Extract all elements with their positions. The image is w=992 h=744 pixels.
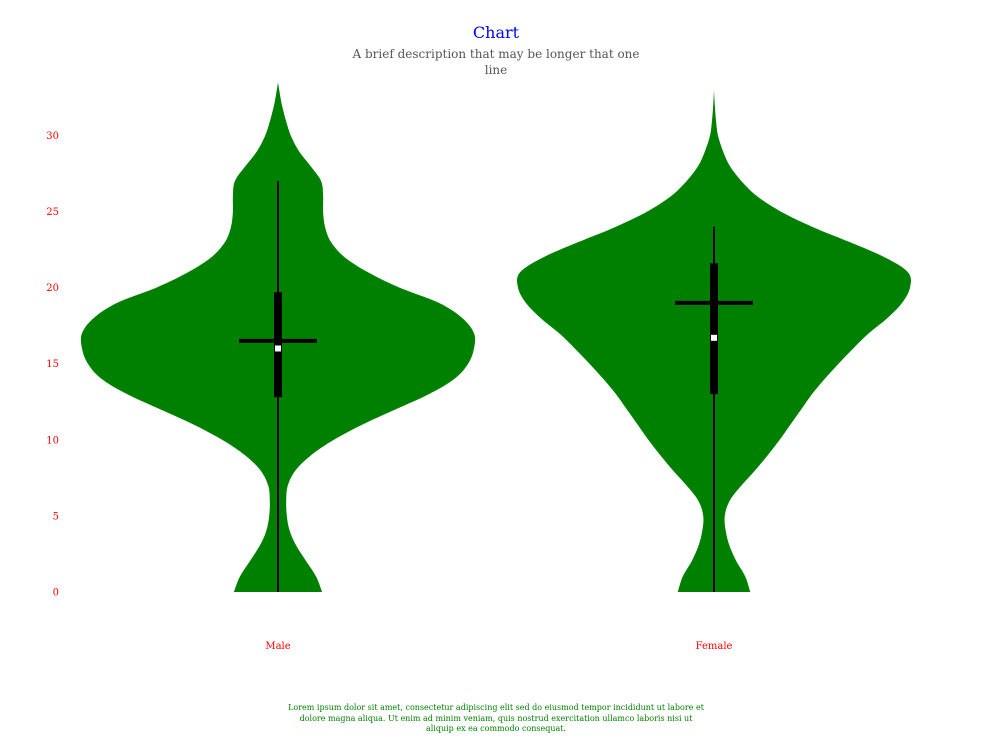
median-marker	[275, 345, 281, 352]
median-marker	[711, 334, 717, 341]
y-tick-label: 30	[46, 131, 59, 142]
x-tick-label-female: Female	[696, 641, 733, 652]
y-tick-label: 0	[53, 588, 59, 599]
y-axis: 0 5 10 15 20 25 30	[46, 131, 59, 599]
violin-male	[80, 82, 476, 592]
y-tick-label: 20	[46, 283, 59, 294]
violins-group	[80, 82, 911, 592]
y-tick-label: 5	[53, 511, 59, 522]
iqr-box	[274, 292, 282, 398]
y-tick-label: 10	[46, 435, 59, 446]
y-tick-label: 15	[46, 359, 59, 370]
chart-caption: Lorem ipsum dolor sit amet, consectetur …	[288, 703, 704, 733]
y-tick-label: 25	[46, 207, 59, 218]
x-axis: Male Female	[265, 641, 732, 652]
violin-plot: 0 5 10 15 20 25 30 Male Female	[46, 82, 911, 652]
iqr-box	[710, 263, 718, 395]
x-tick-label-male: Male	[265, 641, 290, 652]
violin-female	[517, 89, 911, 592]
